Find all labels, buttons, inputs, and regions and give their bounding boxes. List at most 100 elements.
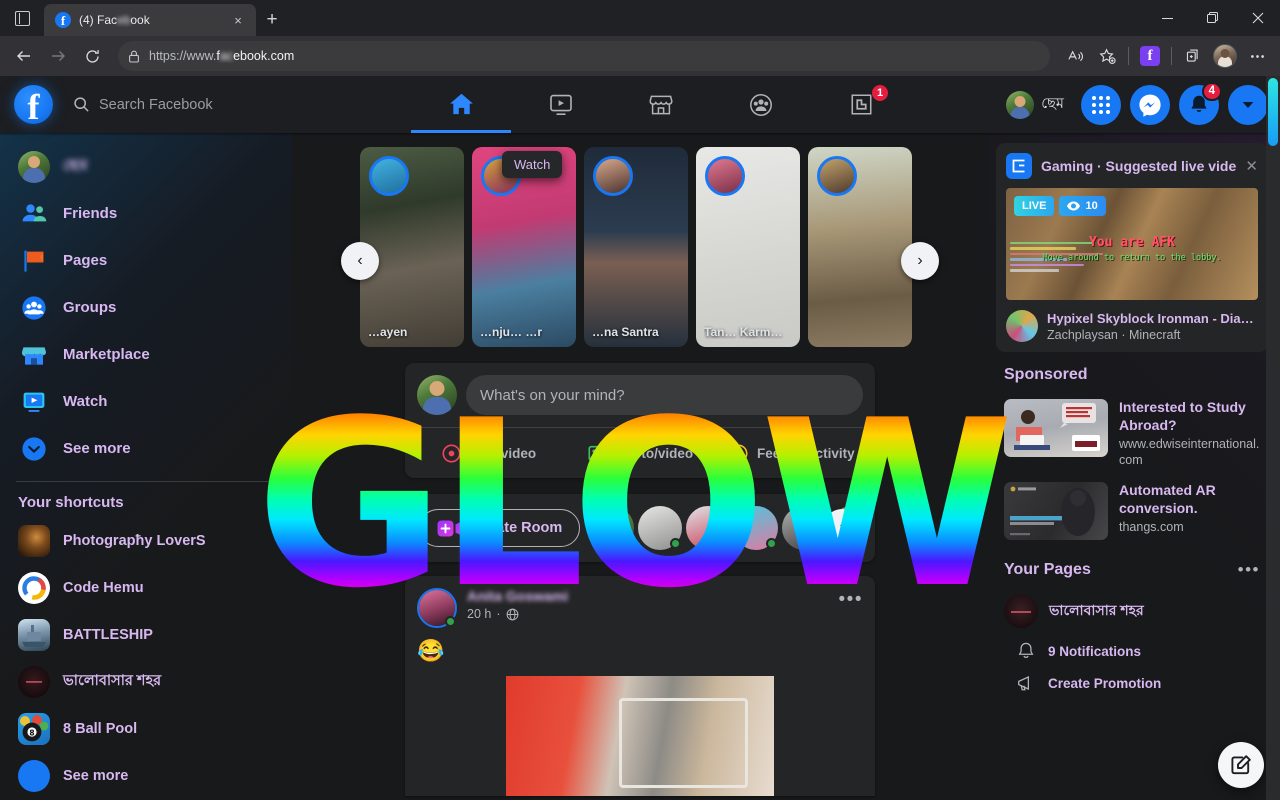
tab-search-button[interactable] — [0, 0, 44, 36]
nav-tab-groups[interactable] — [711, 76, 811, 133]
chevron-down-icon — [18, 759, 50, 792]
sidebar-item-label: Marketplace — [63, 346, 150, 363]
page-scrollbar[interactable] — [1266, 76, 1280, 800]
navbar-tabs: 1 — [320, 76, 1002, 133]
browser-tab-facebook[interactable]: f (4) Facebook × — [44, 4, 256, 36]
nav-tab-marketplace[interactable] — [611, 76, 711, 133]
friends-icon — [18, 198, 50, 230]
create-room-button[interactable]: Create Room — [419, 509, 581, 547]
scrollbar-thumb[interactable] — [1268, 78, 1278, 146]
sidebar-item-label: Pages — [63, 252, 108, 269]
sidebar-profile-name: ছেম — [63, 157, 89, 174]
avatar[interactable] — [417, 588, 457, 628]
shortcut-photography-lovers[interactable]: Photograpħy LoverS — [10, 517, 284, 564]
story-name: …nju… …r — [480, 325, 542, 339]
stories-next-button[interactable]: › — [901, 242, 939, 280]
more-options-icon[interactable]: ••• — [839, 588, 863, 609]
page-create-promotion-item[interactable]: Create Promotion — [996, 667, 1268, 699]
profile-button[interactable]: ছেম — [1002, 87, 1072, 123]
sidebar-item-marketplace[interactable]: Marketplace — [10, 331, 284, 378]
gaming-suggested-card: Gaming · Suggested live video ✕ LIVE 10 — [996, 143, 1268, 352]
forward-button[interactable] — [42, 40, 74, 72]
sponsored-ad[interactable]: Automated AR conversion. thangs.com — [996, 475, 1268, 547]
tab-list-icon — [14, 10, 30, 26]
shortcut-bhalobashar-shohor[interactable]: ভালোবাসার শহর — [10, 658, 284, 705]
room-avatar[interactable] — [734, 506, 779, 550]
close-window-button[interactable] — [1235, 0, 1280, 36]
story-card[interactable]: …ayen — [360, 147, 464, 347]
sidebar-item-groups[interactable]: Groups — [10, 284, 284, 331]
menu-grid-button[interactable] — [1081, 84, 1121, 125]
composer-input[interactable]: What's on your mind? — [466, 375, 863, 415]
post-author-name[interactable]: Anita Goswami — [467, 588, 829, 604]
reload-button[interactable] — [76, 40, 108, 72]
gaming-badge: 1 — [871, 84, 890, 102]
account-menu-button[interactable] — [1228, 84, 1268, 125]
rooms-next-button[interactable]: › — [823, 509, 861, 547]
rooms-row: Create Room › — [405, 494, 875, 562]
your-pages-header: Your Pages ••• — [996, 547, 1268, 587]
story-name: …ayen — [368, 325, 408, 339]
facebook-favicon-icon: f — [55, 12, 71, 28]
story-card[interactable]: Tan… Karm… — [696, 147, 800, 347]
browser-settings-more-icon[interactable] — [1242, 41, 1272, 71]
search-input[interactable]: Search Facebook — [61, 85, 301, 124]
photo-video-button[interactable]: Photo/video — [564, 433, 715, 473]
browser-profile-avatar[interactable] — [1210, 41, 1240, 71]
sidebar-item-friends[interactable]: Friends — [10, 190, 284, 237]
composer-actions: Live video Photo/video Feeling/activity — [405, 428, 875, 478]
sidebar-item-profile[interactable]: ছেম — [10, 143, 284, 190]
collections-icon[interactable] — [1178, 41, 1208, 71]
bell-icon — [1016, 641, 1036, 661]
gaming-video-thumbnail[interactable]: LIVE 10 You are AFK Move around to retur… — [1006, 188, 1258, 300]
room-avatar[interactable] — [590, 506, 635, 550]
live-video-button[interactable]: Live video — [413, 433, 564, 473]
room-avatar[interactable] — [686, 506, 731, 550]
gaming-video-info[interactable]: Hypixel Skyblock Ironman - Diana ... Zac… — [1006, 310, 1258, 342]
sidebar-divider — [16, 481, 276, 482]
notifications-button[interactable]: 4 — [1179, 81, 1222, 125]
compose-fab-button[interactable] — [1218, 742, 1264, 788]
sidebar-item-watch[interactable]: Watch — [10, 378, 284, 425]
feeling-activity-button[interactable]: Feeling/activity — [716, 433, 867, 473]
story-card[interactable] — [808, 147, 912, 347]
shortcut-8-ball-pool[interactable]: 8 8 Ball Pool — [10, 705, 284, 752]
minimize-button[interactable] — [1145, 0, 1190, 36]
stories-prev-button[interactable]: ‹ — [341, 242, 379, 280]
sidebar-item-see-more[interactable]: See more — [10, 425, 284, 472]
room-avatar[interactable] — [638, 506, 683, 550]
new-tab-button[interactable]: + — [256, 4, 288, 36]
maximize-restore-button[interactable] — [1190, 0, 1235, 36]
post-image[interactable] — [506, 676, 774, 796]
ad-thumbnail — [1004, 482, 1108, 541]
add-favorite-icon[interactable] — [1092, 41, 1122, 71]
shortcut-see-more[interactable]: See more — [10, 752, 284, 799]
nav-tab-home[interactable] — [411, 76, 512, 133]
back-button[interactable] — [8, 40, 40, 72]
nav-tab-gaming[interactable]: 1 — [811, 76, 911, 133]
your-pages-more-icon[interactable]: ••• — [1238, 561, 1260, 578]
read-aloud-icon[interactable] — [1060, 41, 1090, 71]
viewer-count: 10 — [1085, 200, 1098, 212]
ad-text: Interested to Study Abroad? www.edwisein… — [1119, 399, 1260, 468]
story-card[interactable]: …na Santra — [584, 147, 688, 347]
shortcut-battleship[interactable]: BATTLESHIP — [10, 611, 284, 658]
room-avatar[interactable] — [782, 506, 827, 550]
close-tab-icon[interactable]: × — [228, 10, 248, 30]
facebook-page: f Search Facebook 1 ছেম 4 ছেম Friends Pa… — [0, 76, 1280, 800]
your-page-item[interactable]: ভালোবাসার শহর — [996, 587, 1268, 635]
sidebar-item-pages[interactable]: Pages — [10, 237, 284, 284]
page-name: ভালোবাসার শহর — [1049, 602, 1144, 619]
left-sidebar: ছেম Friends Pages Groups Marketplace Wat… — [0, 133, 292, 800]
facebook-extension-icon[interactable]: f — [1135, 41, 1165, 71]
sponsored-ad[interactable]: Interested to Study Abroad? www.edwisein… — [996, 392, 1268, 475]
close-icon[interactable]: ✕ — [1245, 157, 1258, 175]
shortcut-code-hemu[interactable]: Code Hemu — [10, 564, 284, 611]
facebook-logo-icon[interactable]: f — [14, 85, 53, 124]
nav-tab-watch[interactable] — [511, 76, 611, 133]
facebook-navbar: f Search Facebook 1 ছেম 4 — [0, 76, 1280, 133]
address-bar[interactable]: https://www.facebook.com — [118, 41, 1050, 71]
page-notifications-item[interactable]: 9 Notifications — [996, 635, 1268, 667]
navbar-left: f Search Facebook — [0, 85, 320, 124]
messenger-button[interactable] — [1130, 84, 1170, 125]
